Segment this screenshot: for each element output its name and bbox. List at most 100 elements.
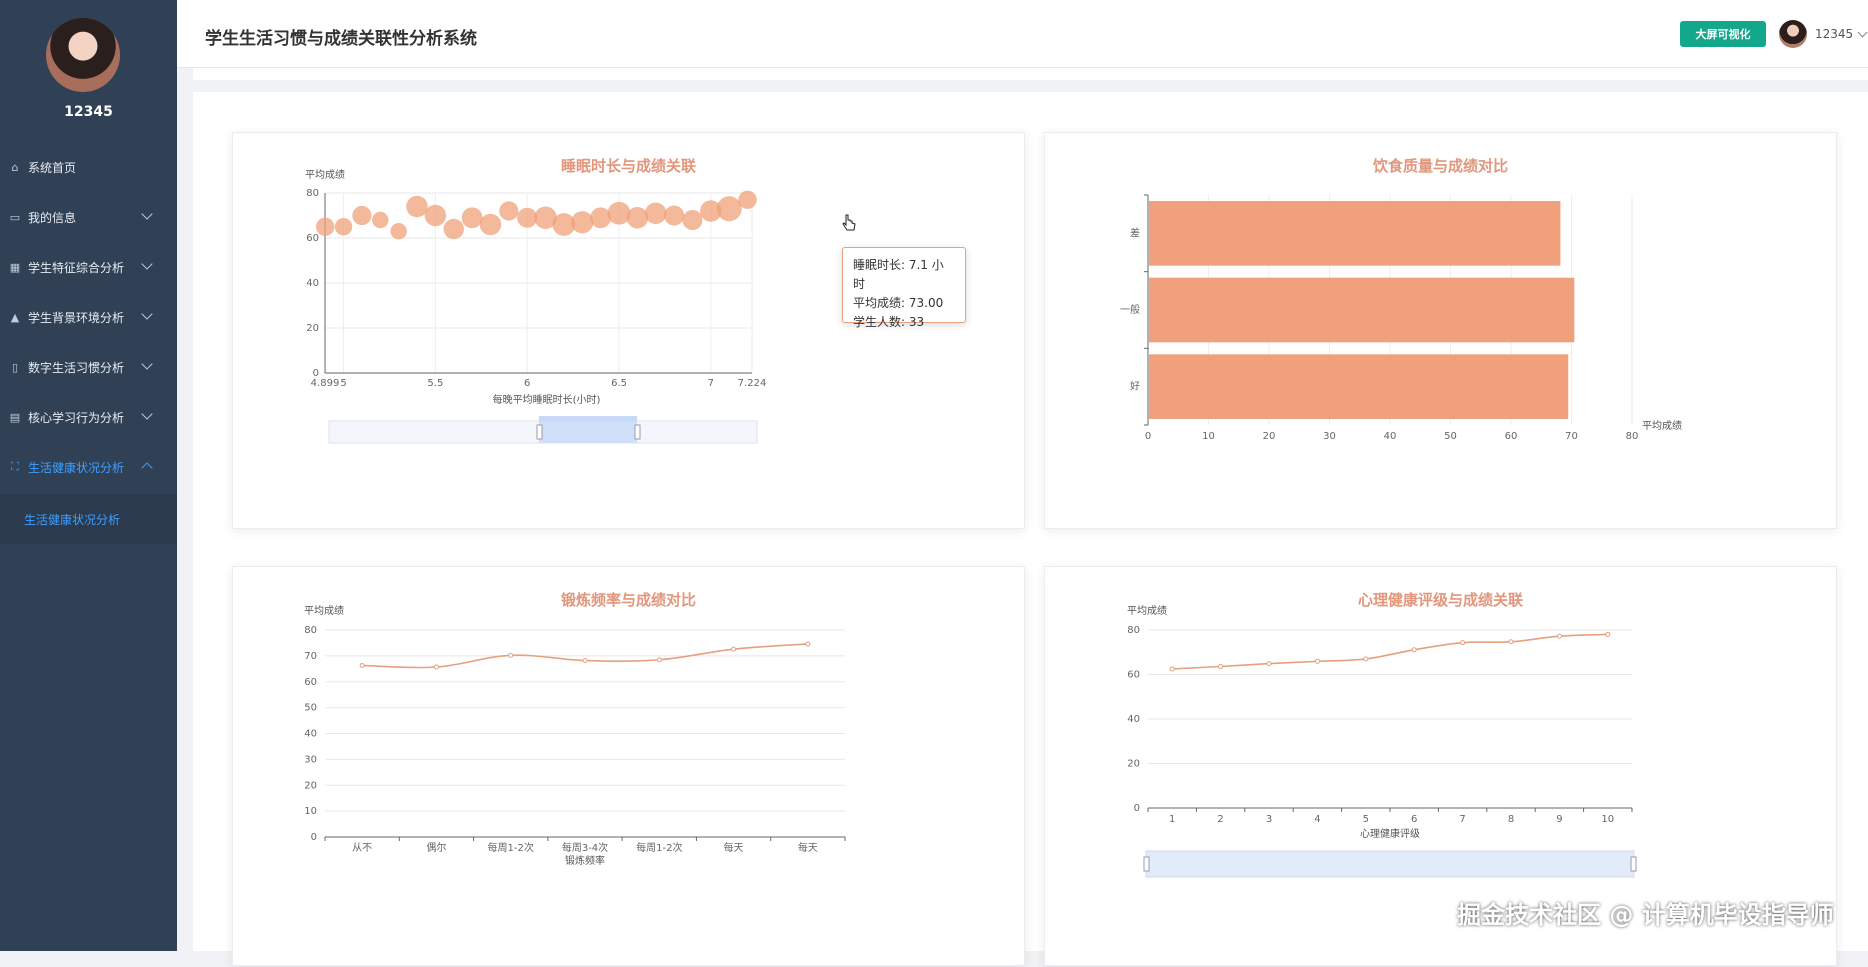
tooltip-line: 平均成绩: 73.00	[853, 296, 944, 310]
chevron-down-icon	[141, 358, 153, 370]
y-tick-label: 10	[304, 806, 317, 817]
data-point	[359, 662, 365, 668]
y-tick-label: 40	[1127, 714, 1140, 725]
y-tick-label: 60	[1127, 670, 1140, 681]
data-point	[1218, 663, 1224, 669]
scatter-point	[443, 218, 464, 240]
id-card-icon: ▭	[9, 210, 21, 224]
x-tick-label: 每周3-4次	[562, 841, 608, 854]
datazoom-top-bar	[539, 416, 637, 421]
page-title: 学生生活习惯与成绩关联性分析系统	[205, 29, 477, 49]
x-tick-label: 6	[524, 378, 530, 389]
data-point	[433, 664, 439, 670]
x-tick-label: 20	[1263, 431, 1276, 442]
y-tick-label: 20	[304, 780, 317, 791]
x-tick-label: 1	[1169, 814, 1175, 825]
scatter-point	[499, 201, 519, 221]
scatter-point	[334, 218, 353, 236]
scatter-point	[571, 211, 594, 234]
scatter-point	[461, 207, 483, 229]
x-tick-label: 10	[1202, 431, 1215, 442]
tooltip-line: 学生人数: 33	[853, 315, 925, 329]
datazoom-handle-right	[634, 424, 641, 440]
y-tick-label: 40	[304, 729, 317, 740]
x-tick-label: 0	[1145, 431, 1151, 442]
sidebar-item-label: 系统首页	[28, 160, 77, 175]
sidebar-item-label: 核心学习行为分析	[28, 410, 125, 425]
bar	[1149, 277, 1575, 343]
sidebar-item-label: 学生背景环境分析	[28, 310, 125, 325]
chevron-down-icon[interactable]	[1857, 27, 1868, 38]
x-tick-label: 7.224	[738, 378, 767, 389]
y-tick-label: 80	[1127, 625, 1140, 636]
y-tick-label: 差	[1130, 226, 1140, 239]
sidebar-item-background-env[interactable]: ▲ 学生背景环境分析	[0, 292, 177, 342]
y-axis-title: 平均成绩	[304, 604, 344, 617]
sidebar-item-label: 学生特征综合分析	[28, 260, 125, 275]
chevron-down-icon	[141, 408, 153, 420]
y-tick-label: 80	[306, 188, 319, 199]
sidebar-item-digital-habits[interactable]: ▯ 数字生活习惯分析	[0, 342, 177, 392]
chevron-down-icon	[141, 258, 153, 270]
data-point	[582, 658, 588, 664]
x-tick-label: 每天	[798, 841, 818, 854]
exercise-line-chart[interactable]: 0 10 20 30 40 50 60 70 80 平均成绩从不 偶尔 每周1-2次 每周3-4次 每周1…	[233, 567, 1026, 967]
header-username[interactable]: 12345	[1815, 27, 1853, 41]
sidebar-item-student-features[interactable]: ▦ 学生特征综合分析	[0, 242, 177, 292]
y-tick-label: 20	[306, 323, 319, 334]
x-tick-label: 2	[1217, 814, 1223, 825]
x-tick-label: 80	[1626, 431, 1639, 442]
y-tick-label: 50	[304, 703, 317, 714]
x-tick-label: 7	[708, 378, 714, 389]
data-point	[1411, 647, 1417, 653]
phone-icon: ▯	[11, 360, 19, 374]
data-point	[1556, 633, 1562, 639]
x-axis-title: 每晚平均睡眠时长(小时)	[493, 393, 601, 406]
bar	[1149, 354, 1569, 419]
scatter-point	[352, 205, 372, 226]
sidebar-item-my-info[interactable]: ▭ 我的信息	[0, 192, 177, 242]
x-tick-label: 5.5	[427, 378, 443, 389]
scatter-point	[590, 207, 612, 229]
scatter-point	[738, 190, 757, 209]
sidebar-item-home[interactable]: ⌂ 系统首页	[0, 142, 177, 192]
datazoom-handle-left	[536, 424, 543, 440]
y-tick-label: 70	[304, 651, 317, 662]
chevron-down-icon	[141, 308, 153, 320]
data-point	[805, 641, 811, 647]
y-tick-label: 60	[306, 233, 319, 244]
data-point	[656, 657, 662, 663]
scatter-point	[517, 207, 538, 228]
x-tick-label: 9	[1556, 814, 1562, 825]
fullscreen-icon: ⛶	[11, 460, 19, 473]
x-tick-label: 4	[1314, 814, 1320, 825]
series-line	[1172, 633, 1608, 670]
y-tick-label: 40	[306, 278, 319, 289]
header-avatar[interactable]	[1779, 20, 1807, 48]
y-tick-label: 80	[304, 625, 317, 636]
scatter-point	[645, 202, 667, 224]
data-point	[1363, 656, 1369, 662]
scatter-point	[664, 205, 685, 226]
sidebar-item-label: 生活健康状况分析	[28, 460, 125, 475]
x-tick-label: 6	[1411, 814, 1417, 825]
x-tick-label: 50	[1444, 431, 1457, 442]
datazoom-handle-right	[1630, 856, 1637, 872]
y-tick-label: 好	[1130, 381, 1140, 393]
scatter-point	[424, 204, 447, 227]
y-tick-label: 30	[304, 754, 317, 765]
chevron-up-icon	[141, 462, 153, 474]
datazoom-window	[539, 421, 637, 443]
diet-bar-chart[interactable]: 0 10 20 30 40 50 60 70 80平均成绩 差一般好	[1045, 133, 1838, 530]
user-avatar[interactable]	[46, 18, 120, 92]
x-tick-label: 7	[1459, 814, 1465, 825]
y-tick-label: 60	[304, 677, 317, 688]
bigscreen-button[interactable]: 大屏可视化	[1680, 21, 1766, 47]
sidebar-item-health-status[interactable]: ⛶ 生活健康状况分析	[0, 442, 177, 492]
sidebar-item-learning-behavior[interactable]: ▤ 核心学习行为分析	[0, 392, 177, 442]
chart-card-diet: 饮食质量与成绩对比 0 10 20 30 40 50 60 70 80 平均成绩差一般好	[1044, 132, 1837, 529]
scatter-point	[479, 213, 502, 236]
x-tick-label: 每天	[724, 841, 744, 854]
submenu-health-status-analysis[interactable]: 生活健康状况分析	[0, 494, 177, 544]
sidebar: 12345 ⌂ 系统首页 ▭ 我的信息 ▦ 学生特征综合分析 ▲ 学生背景环境分…	[0, 0, 177, 951]
